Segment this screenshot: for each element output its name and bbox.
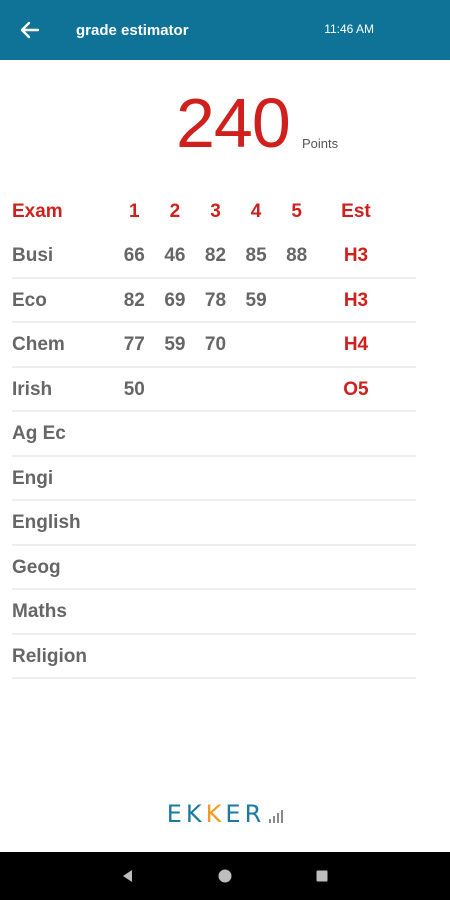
table-row: Eco 82 69 78 59 H3 — [12, 279, 416, 324]
points-label: Points — [302, 136, 339, 151]
score-cell[interactable]: 77 — [114, 334, 155, 356]
subject-label: Ag Ec — [12, 423, 66, 445]
subject-label: Engi — [12, 467, 54, 489]
app-bar: grade estimator 11:46 AM — [0, 0, 450, 60]
score-cell[interactable]: 88 — [276, 245, 317, 267]
score-cell[interactable]: 69 — [155, 290, 196, 312]
table-row: Busi 66 46 82 85 88 H3 — [12, 234, 416, 279]
header-exam-4: 4 — [250, 201, 262, 222]
points-summary: 240 Points — [0, 80, 450, 164]
nav-home-button[interactable] — [205, 856, 245, 896]
score-cell[interactable]: 66 — [114, 245, 155, 267]
table-row: Ag Ec — [12, 412, 416, 457]
score-cell[interactable]: 82 — [195, 245, 236, 267]
nav-recents-button[interactable] — [302, 856, 342, 896]
estimated-grade: H4 — [343, 334, 369, 356]
score-cell[interactable]: 50 — [114, 379, 155, 401]
system-nav-bar — [0, 852, 450, 900]
header-exam-5: 5 — [291, 201, 302, 222]
score-cell[interactable]: 70 — [195, 334, 236, 356]
back-triangle-icon — [123, 870, 133, 882]
score-cell[interactable]: 85 — [236, 245, 277, 267]
subject-label: Religion — [12, 645, 87, 667]
table-header-row: Exam 1 2 3 4 5 Est — [12, 190, 416, 234]
back-button[interactable] — [0, 0, 60, 60]
home-circle-icon — [218, 869, 232, 883]
score-cell[interactable]: 78 — [195, 290, 236, 312]
table-row: Irish 50 O5 — [12, 368, 416, 413]
table-row: Chem 77 59 70 H4 — [12, 323, 416, 368]
subject-label: Geog — [12, 556, 61, 578]
table-row: Maths — [12, 590, 416, 635]
nav-back-button[interactable] — [108, 856, 148, 896]
header-exam-1: 1 — [129, 201, 140, 222]
score-cell[interactable]: 82 — [114, 290, 155, 312]
subject-label: Busi — [12, 245, 54, 267]
subject-label: English — [12, 512, 81, 534]
app-title: grade estimator — [76, 21, 189, 39]
header-estimate: Est — [341, 201, 371, 222]
estimated-grade: O5 — [343, 378, 369, 400]
ekker-logo: EKKER — [167, 800, 284, 828]
subject-label: Irish — [12, 378, 53, 400]
status-clock: 11:46 AM — [324, 22, 374, 36]
subject-label: Maths — [12, 601, 67, 623]
score-cell[interactable]: 59 — [155, 334, 196, 356]
header-exam-2: 2 — [169, 201, 181, 222]
table-row: English — [12, 501, 416, 546]
subject-label: Eco — [12, 289, 47, 311]
arrow-left-icon — [20, 21, 40, 39]
table-row: Religion — [12, 635, 416, 680]
subject-label: Chem — [12, 334, 65, 356]
score-cell[interactable]: 59 — [236, 290, 277, 312]
estimated-grade: H3 — [343, 289, 369, 311]
points-value: 240 — [176, 84, 291, 162]
table-row: Engi — [12, 457, 416, 502]
grades-table: Exam 1 2 3 4 5 Est Busi 66 46 82 85 88 H3 Eco 82… — [12, 190, 416, 679]
estimated-grade: H3 — [343, 245, 369, 267]
header-exam: Exam — [12, 201, 63, 222]
brand-footer: EKKER — [0, 800, 450, 828]
recents-square-icon — [316, 870, 328, 882]
signal-bars-icon — [269, 810, 284, 823]
header-exam-3: 3 — [210, 201, 221, 222]
score-cell[interactable]: 46 — [155, 245, 196, 267]
table-row: Geog — [12, 546, 416, 591]
